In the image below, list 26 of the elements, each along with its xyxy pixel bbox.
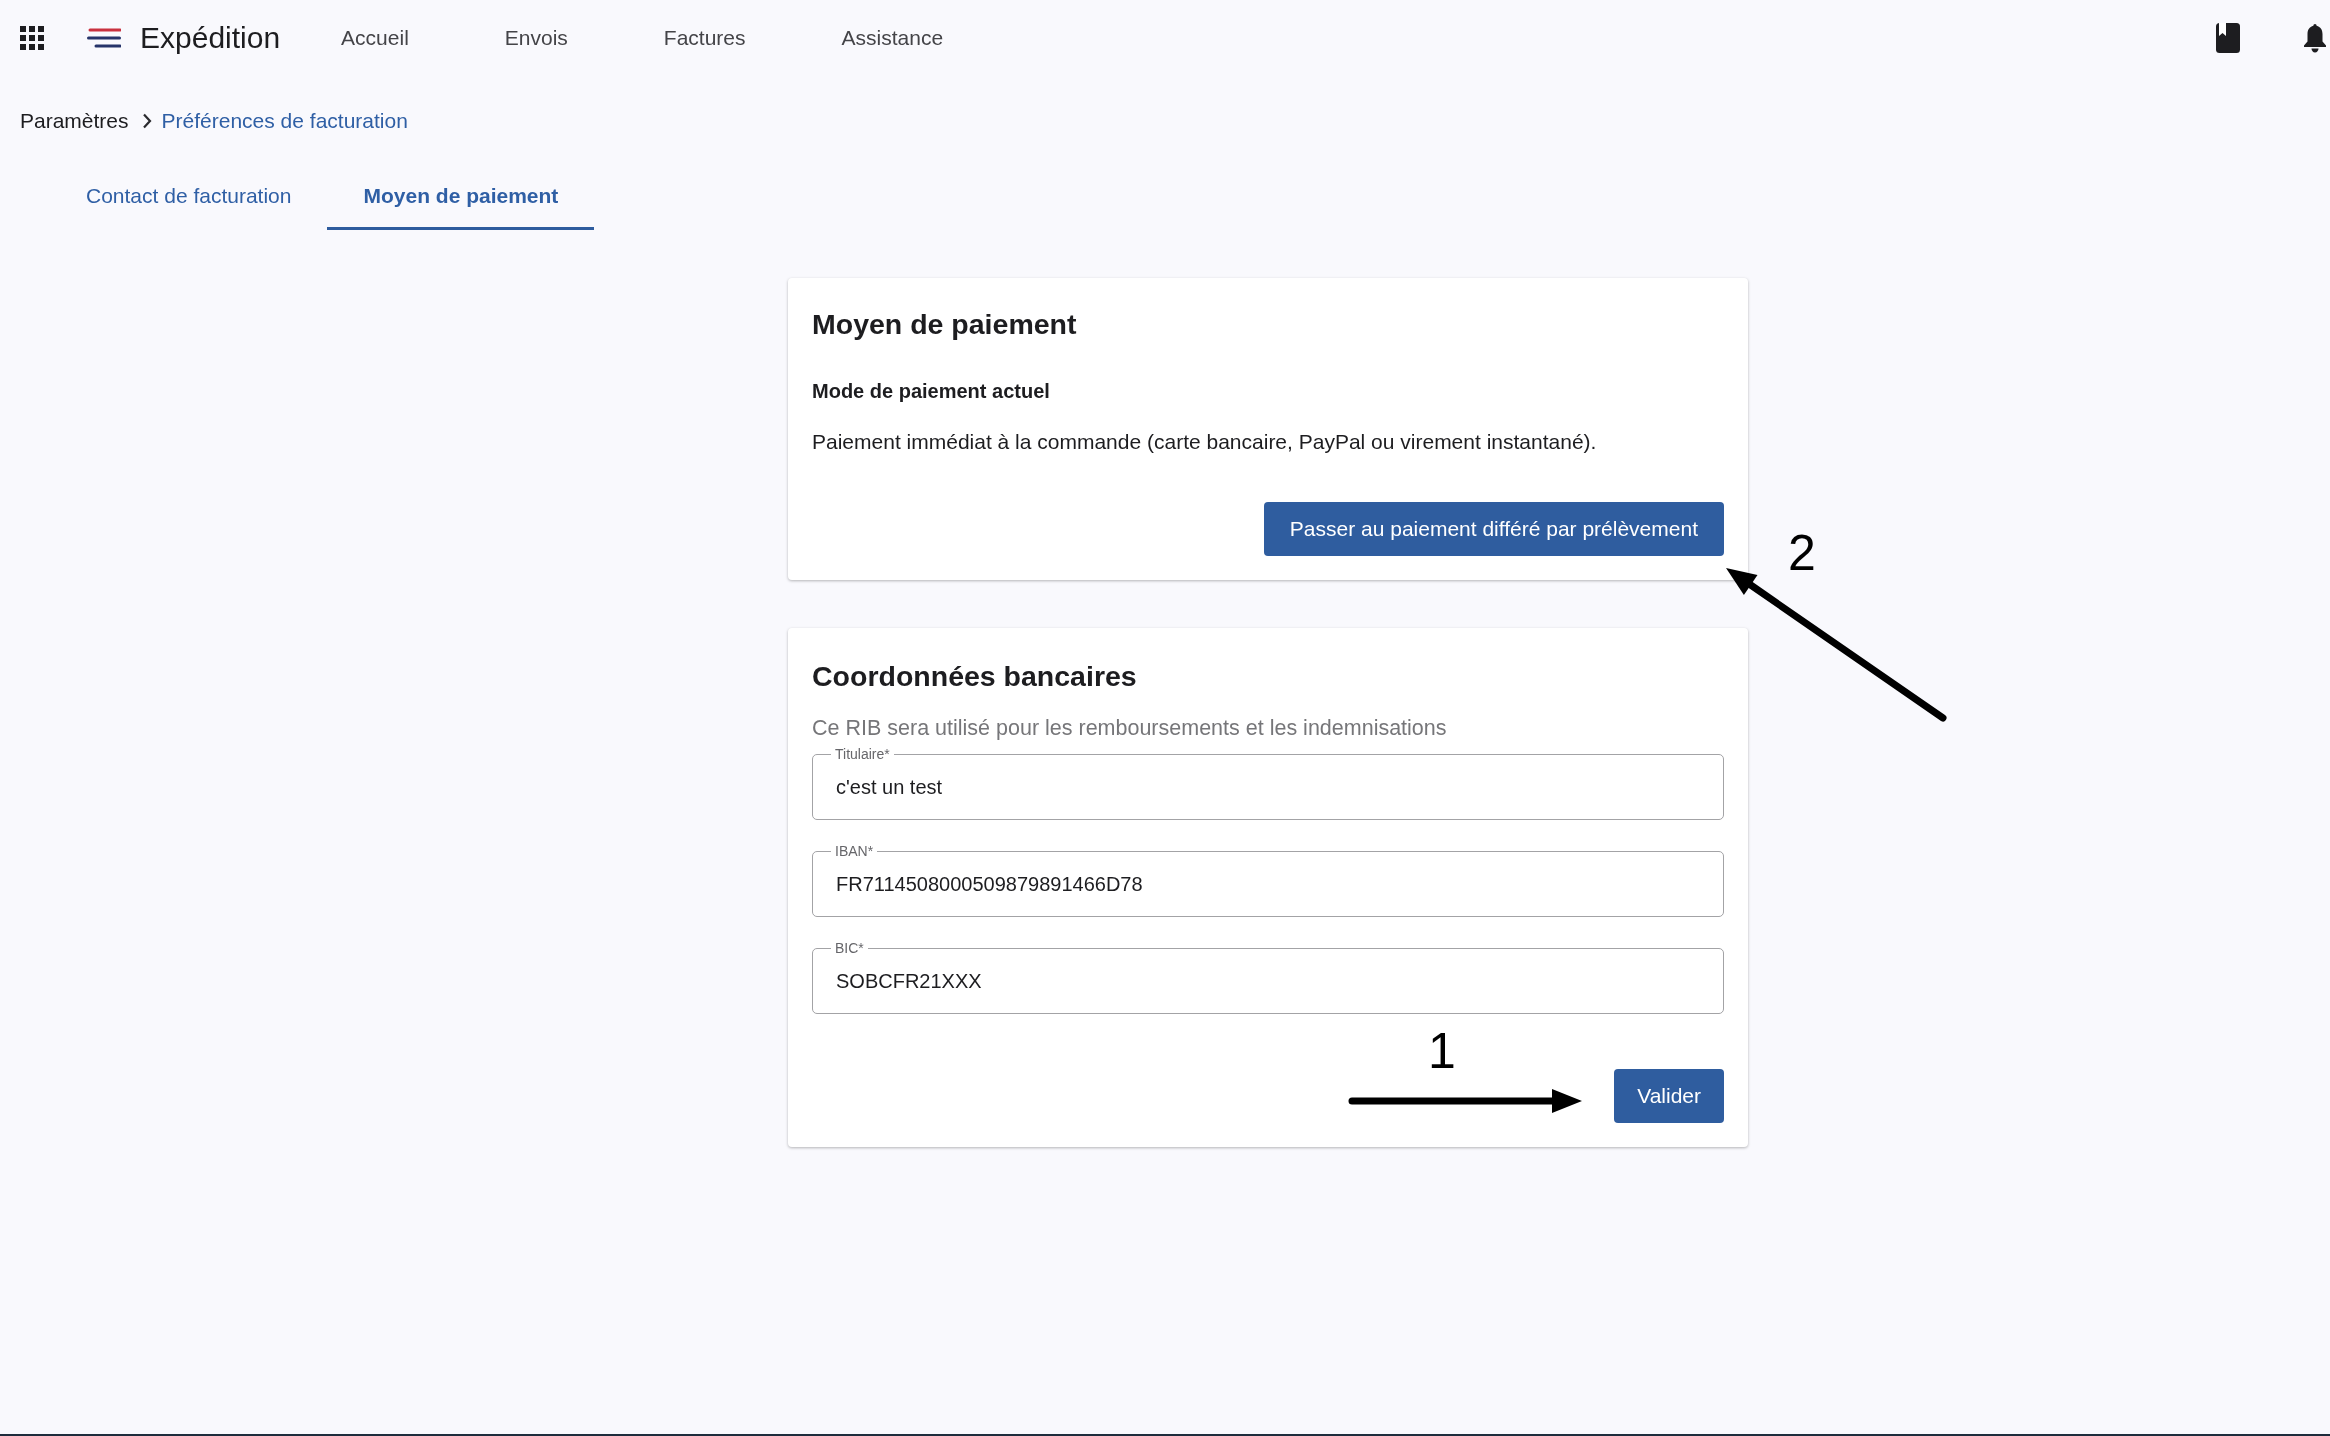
- chevron-right-icon: [141, 113, 152, 129]
- tab[interactable]: Moyen de paiement: [327, 162, 595, 230]
- validate-button[interactable]: Valider: [1614, 1069, 1724, 1123]
- card-title: Moyen de paiement: [812, 307, 1078, 342]
- apps-grid-icon[interactable]: [20, 25, 44, 50]
- field-label: BIC*: [831, 940, 868, 956]
- field-label: Titulaire*: [831, 746, 894, 762]
- nav-link[interactable]: Assistance: [793, 25, 992, 50]
- field-label: IBAN*: [831, 843, 878, 859]
- nav-link[interactable]: Accueil: [293, 25, 457, 50]
- logo-icon: [87, 26, 121, 49]
- hint-text: Ce RIB sera utilisé pour les remboursements et les indemnisations: [812, 715, 1448, 742]
- annotation-number: 2: [1788, 525, 1816, 581]
- annotation-number: 1: [1428, 1023, 1456, 1079]
- switch-to-direct-debit-button[interactable]: Passer au paiement différé par prélèvement: [1263, 502, 1724, 556]
- breadcrumb-link[interactable]: Préférences de facturation: [161, 109, 408, 133]
- section-heading: Mode de paiement actuel: [812, 379, 1051, 404]
- breadcrumb-item[interactable]: Paramètres: [20, 109, 129, 133]
- card-title: Coordonnées bancaires: [812, 659, 1138, 694]
- app-title: Expédition: [140, 20, 281, 55]
- nav-link[interactable]: Factures: [615, 25, 794, 50]
- book-icon[interactable]: [2216, 22, 2240, 53]
- notifications-bell-icon[interactable]: [2303, 22, 2327, 53]
- description-text: Paiement immédiat à la commande (carte bancaire, PayPal ou virement instantané).: [812, 429, 1598, 455]
- tab[interactable]: Contact de facturation: [50, 162, 328, 230]
- nav-link[interactable]: Envois: [456, 25, 616, 50]
